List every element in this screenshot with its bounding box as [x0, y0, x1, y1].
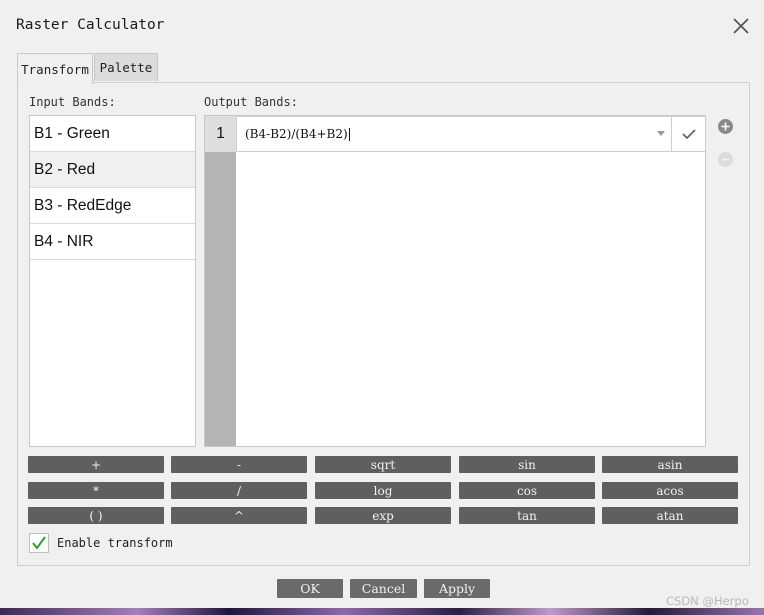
remove-band-button[interactable]: [718, 152, 733, 167]
operator-button[interactable]: acos: [602, 482, 738, 499]
operator-button[interactable]: log: [315, 482, 451, 499]
operator-button[interactable]: *: [28, 482, 164, 499]
output-bands-label: Output Bands:: [204, 95, 298, 109]
operator-button[interactable]: -: [171, 456, 307, 473]
chevron-down-icon[interactable]: [657, 131, 665, 136]
add-band-button[interactable]: [718, 119, 733, 134]
plus-circle-icon: [721, 122, 730, 131]
operator-button[interactable]: sqrt: [315, 456, 451, 473]
expression-input[interactable]: (B4-B2)/(B4+B2): [236, 116, 672, 152]
input-bands-label: Input Bands:: [29, 95, 116, 109]
checkmark-icon: [32, 536, 46, 550]
close-icon: [733, 18, 749, 34]
operator-button[interactable]: +: [28, 456, 164, 473]
operator-button[interactable]: cos: [459, 482, 595, 499]
watermark: CSDN @Herpo: [666, 594, 749, 608]
input-band-item[interactable]: B4 - NIR: [30, 224, 195, 260]
output-bands-list: 1 (B4-B2)/(B4+B2): [204, 115, 706, 447]
apply-button[interactable]: Apply: [424, 579, 490, 598]
operator-button[interactable]: tan: [459, 507, 595, 524]
row-gutter: [205, 116, 236, 446]
input-bands-list: B1 - Green B2 - Red B3 - RedEdge B4 - NI…: [29, 115, 196, 447]
operator-button[interactable]: /: [171, 482, 307, 499]
confirm-expression-button[interactable]: [672, 116, 706, 152]
operator-button[interactable]: exp: [315, 507, 451, 524]
expression-text: (B4-B2)/(B4+B2): [245, 127, 348, 141]
input-band-item[interactable]: B3 - RedEdge: [30, 188, 195, 224]
cancel-button[interactable]: Cancel: [350, 579, 417, 598]
ok-button[interactable]: OK: [277, 579, 343, 598]
close-button[interactable]: [729, 14, 753, 38]
background-strip: [0, 608, 764, 615]
input-band-item[interactable]: B2 - Red: [30, 152, 195, 188]
tab-transform[interactable]: Transform: [17, 53, 93, 84]
operator-button[interactable]: ( ): [28, 507, 164, 524]
operator-button[interactable]: sin: [459, 456, 595, 473]
minus-circle-icon: [722, 158, 729, 161]
operator-button[interactable]: asin: [602, 456, 738, 473]
tab-palette[interactable]: Palette: [94, 53, 158, 81]
enable-transform-checkbox[interactable]: [29, 533, 49, 553]
input-band-item[interactable]: B1 - Green: [30, 116, 195, 152]
operator-button[interactable]: ^: [171, 507, 307, 524]
window-title: Raster Calculator: [16, 17, 165, 33]
check-icon: [681, 129, 696, 140]
operator-button[interactable]: atan: [602, 507, 738, 524]
text-cursor: [348, 127, 350, 141]
enable-transform-label: Enable transform: [57, 536, 173, 550]
output-row-index: 1: [205, 116, 236, 152]
